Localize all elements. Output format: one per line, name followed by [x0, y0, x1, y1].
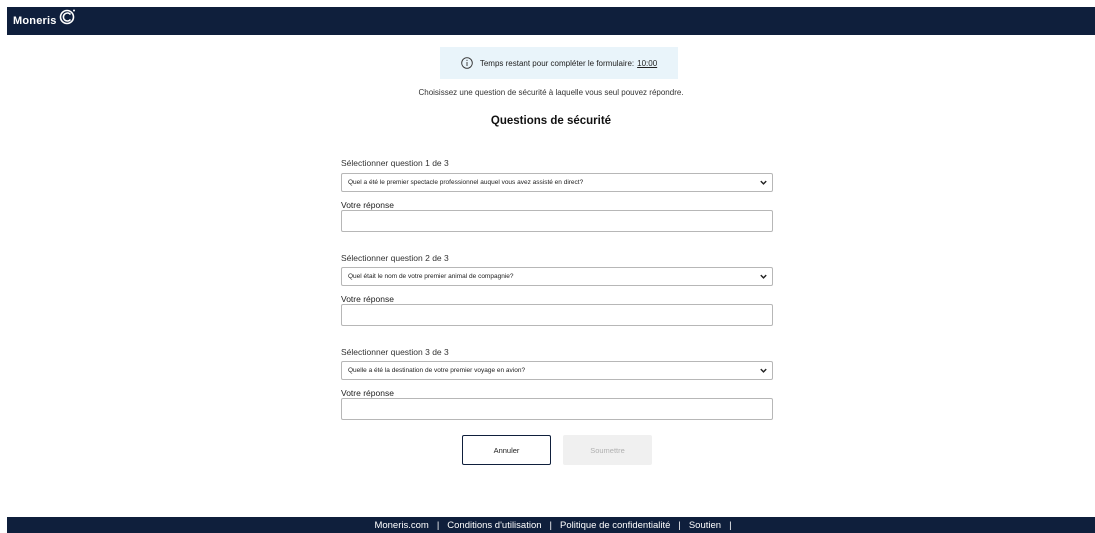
intro-text: Choisissez une question de sécurité à la… [418, 88, 684, 97]
page-title: Questions de sécurité [490, 115, 612, 127]
moneris-swirl-icon [59, 9, 75, 25]
chevron-down-icon [760, 368, 767, 373]
footer: Moneris.com | Conditions d'utilisation |… [7, 517, 1095, 533]
browser-content: Moneris Temps restant pour compléter le … [7, 7, 1095, 533]
time-remaining-banner: Temps restant pour compléter le formulai… [440, 47, 678, 79]
page: Moneris Temps restant pour compléter le … [0, 0, 1095, 533]
question-2-label: Sélectionner question 2 de 3 [341, 253, 449, 263]
chevron-down-icon [760, 180, 767, 185]
moneris-logo[interactable]: Moneris [13, 9, 75, 33]
answer-2-input[interactable] [341, 304, 773, 326]
info-icon [461, 57, 473, 69]
chevron-down-icon [760, 274, 767, 279]
question-1-label: Sélectionner question 1 de 3 [341, 158, 449, 168]
question-3-label: Sélectionner question 3 de 3 [341, 347, 449, 357]
question-1-select[interactable]: Quel a été le premier spectacle professi… [341, 173, 773, 192]
footer-link-moneris[interactable]: Moneris.com [368, 520, 434, 531]
question-3-select[interactable]: Quelle a été la destination de votre pre… [341, 361, 773, 380]
question-2-selected: Quel était le nom de votre premier anima… [348, 273, 514, 280]
cancel-button[interactable]: Annuler [462, 435, 551, 465]
answer-1-input[interactable] [341, 210, 773, 232]
footer-link-terms[interactable]: Conditions d'utilisation [441, 520, 547, 531]
timer-text: Temps restant pour compléter le formulai… [479, 58, 635, 68]
top-bar: Moneris [7, 7, 1095, 35]
footer-link-privacy[interactable]: Politique de confidentialité [554, 520, 676, 531]
question-1-selected: Quel a été le premier spectacle professi… [348, 179, 584, 186]
answer-3-label: Votre réponse [341, 388, 394, 398]
question-2-select[interactable]: Quel était le nom de votre premier anima… [341, 267, 773, 286]
submit-button[interactable]: Soumettre [563, 435, 652, 465]
footer-link-support[interactable]: Soutien [683, 520, 727, 531]
answer-1-label: Votre réponse [341, 200, 394, 210]
answer-3-input[interactable] [341, 398, 773, 420]
footer-separator: | [729, 519, 732, 531]
timer-value: 10:00 [637, 58, 658, 68]
answer-2-label: Votre réponse [341, 294, 394, 304]
question-3-selected: Quelle a été la destination de votre pre… [348, 367, 526, 374]
brand-name: Moneris [13, 15, 57, 27]
